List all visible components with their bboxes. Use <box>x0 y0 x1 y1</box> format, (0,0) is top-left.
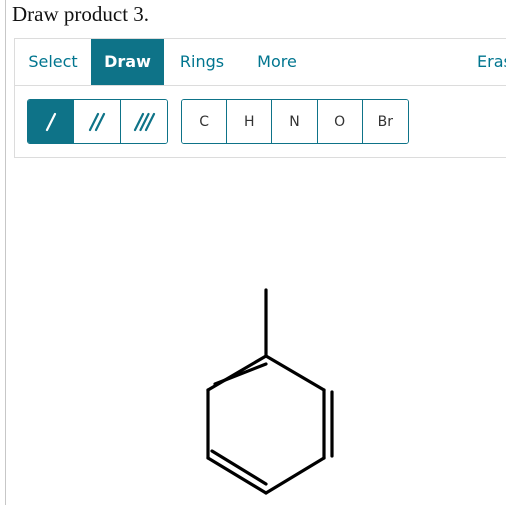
triple-bond-icon <box>133 112 155 131</box>
atom-h-button[interactable]: H <box>227 100 273 143</box>
double-bond-button[interactable] <box>74 100 121 143</box>
drawing-canvas[interactable] <box>14 160 506 505</box>
ring-double-bond-inner <box>210 449 268 486</box>
molecule-drawing <box>206 288 334 495</box>
tab-bar: Select Draw Rings More Eras <box>15 39 506 86</box>
atom-tool-group: C H N O Br <box>181 99 409 144</box>
double-bond-icon <box>88 112 106 131</box>
tab-rings[interactable]: Rings <box>164 39 240 85</box>
question-prompt: Draw product 3. <box>12 2 150 26</box>
tab-erase[interactable]: Eras <box>477 39 506 85</box>
ring-bond <box>264 456 326 495</box>
atom-br-button[interactable]: Br <box>362 100 408 143</box>
ring-bond <box>264 354 326 392</box>
triple-bond-button[interactable] <box>120 100 167 143</box>
atom-n-button[interactable]: N <box>272 100 318 143</box>
sketcher-toolbar: Select Draw Rings More Eras C H <box>14 38 506 158</box>
tab-draw[interactable]: Draw <box>91 39 164 85</box>
left-border <box>5 0 6 505</box>
ring-double-bond-inner <box>213 362 268 386</box>
bond-tool-group <box>27 99 168 144</box>
ring-bond <box>206 456 268 495</box>
atom-o-button[interactable]: O <box>317 100 363 143</box>
single-bond-icon <box>45 112 56 131</box>
tab-more[interactable]: More <box>240 39 314 85</box>
single-bond-button[interactable] <box>28 100 75 143</box>
atom-c-button[interactable]: C <box>182 100 228 143</box>
tab-select[interactable]: Select <box>15 39 91 85</box>
